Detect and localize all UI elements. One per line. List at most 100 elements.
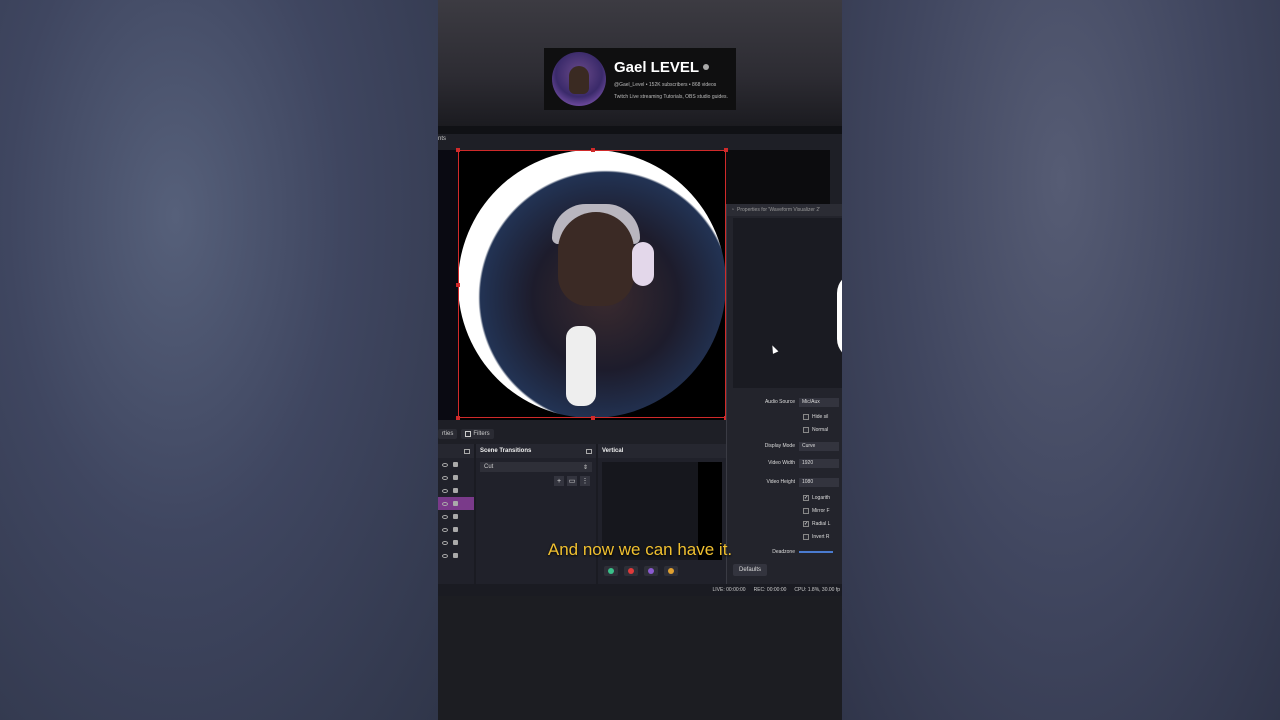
source-row-selected[interactable] [438,497,474,510]
mirror-checkbox[interactable] [803,508,809,514]
filters-button-label: Filters [473,431,490,437]
obs-logo-icon: ◔ [731,207,735,213]
properties-button-label: rties [442,431,454,437]
scene-transitions-header: Scene Transitions [476,444,596,458]
waveform-preview-shape [837,273,842,359]
add-icon[interactable]: + [554,476,564,486]
lock-icon[interactable] [453,501,458,506]
radial-checkbox[interactable]: ✓ [803,521,809,527]
mirror-label: Mirror F [812,508,830,514]
video-height-row: Video Height 1080 [727,476,842,488]
vertical-dock: Vertical [598,444,728,584]
transition-select[interactable]: Cut ⇕ [480,462,592,472]
properties-dialog-header: ◔ Properties for 'Waveform Visualizer 2' [727,204,842,216]
normalize-checkbox[interactable] [803,427,809,433]
channel-name: Gael LEVEL [614,59,728,76]
resize-handle-tr[interactable] [724,148,728,152]
popout-icon[interactable] [586,448,592,454]
properties-button[interactable]: rties [438,429,458,439]
obs-window: nts rties Filters Scene Transitions Cut … [438,126,842,596]
eye-icon[interactable] [442,527,448,532]
more-icon[interactable]: ⋮ [580,476,590,486]
source-row[interactable] [438,458,474,471]
transition-buttons: + ▭ ⋮ [476,476,596,486]
channel-card[interactable]: Gael LEVEL @Gael_Level • 152K subscriber… [544,48,736,110]
eye-icon[interactable] [442,488,448,493]
display-mode-select[interactable]: Curve [799,441,839,451]
stream-icon[interactable] [604,566,618,576]
audio-source-label: Audio Source [764,399,795,405]
source-row[interactable] [438,484,474,497]
vertical-dock-header: Vertical [598,444,728,458]
mirror-row: Mirror F [727,505,842,517]
video-width-input[interactable]: 1920 [799,458,839,468]
logarithmic-row: ✓ Logarith [727,492,842,504]
display-mode-row: Display Mode Curve [727,440,842,452]
logarithmic-label: Logarith [812,495,831,501]
lock-icon[interactable] [453,514,458,519]
scene-transitions-title: Scene Transitions [480,448,532,454]
video-height-input[interactable]: 1080 [799,477,839,487]
display-mode-label: Display Mode [764,443,795,449]
source-row[interactable] [438,471,474,484]
audio-source-select[interactable]: Mic/Aux [799,397,839,407]
cpu-status: CPU: 1.8%, 30.00 fp [794,587,840,593]
popout-icon[interactable] [464,448,470,454]
resize-handle-b[interactable] [591,416,595,420]
channel-name-text: Gael LEVEL [614,58,700,76]
resize-handle-t[interactable] [591,148,595,152]
eye-icon[interactable] [442,501,448,506]
normalize-label: Normal [812,427,829,433]
resize-handle-tl[interactable] [456,148,460,152]
channel-avatar [552,52,606,106]
radial-row: ✓ Radial L [727,518,842,530]
video-width-row: Video Width 1920 [727,457,842,469]
resize-handle-l[interactable] [456,283,460,287]
trash-icon[interactable]: ▭ [567,476,577,486]
rec-status: REC: 00:00:00 [753,587,787,593]
record-icon[interactable] [624,566,638,576]
scene-transitions-dock: Scene Transitions Cut ⇕ + ▭ ⋮ [476,444,596,584]
lock-icon[interactable] [453,488,458,493]
status-bar: LIVE: 00:00:00 REC: 00:00:00 CPU: 1.8%, … [438,584,842,596]
background-blur-left [0,0,438,720]
sources-dock-header [438,444,474,458]
defaults-button[interactable]: Defaults [733,564,767,576]
video-caption: And now we can have it. [547,540,733,559]
source-selection-frame[interactable] [456,148,728,420]
hide-silence-label: Hide sil [812,414,829,420]
eye-icon[interactable] [442,514,448,519]
backtrack-icon[interactable] [644,566,658,576]
hide-silence-checkbox[interactable] [803,414,809,420]
eye-icon[interactable] [442,475,448,480]
properties-dialog: ◔ Properties for 'Waveform Visualizer 2'… [726,204,842,584]
obs-menubar [438,126,842,134]
video-height-label: Video Height [766,479,795,485]
source-row[interactable] [438,523,474,536]
virtual-camera-icon[interactable] [664,566,678,576]
lock-icon[interactable] [453,527,458,532]
source-toolbar: rties Filters [438,426,728,442]
lock-icon[interactable] [453,475,458,480]
properties-dialog-title: Properties for 'Waveform Visualizer 2' [737,207,821,213]
filter-icon [465,431,472,437]
dock-area: Scene Transitions Cut ⇕ + ▭ ⋮ Vertical [438,444,728,584]
logarithmic-checkbox[interactable]: ✓ [803,495,809,501]
video-top-area: Gael LEVEL @Gael_Level • 152K subscriber… [438,0,842,126]
chevron-updown-icon: ⇕ [582,464,588,471]
resize-handle-bl[interactable] [456,416,460,420]
properties-preview [733,218,842,388]
lock-icon[interactable] [453,462,458,467]
preview-right-black [726,150,830,210]
background-blur-right [842,0,1280,720]
eye-icon[interactable] [442,462,448,467]
video-width-label: Video Width [768,460,795,466]
vertical-controls [604,566,678,576]
preview-left-edge [438,150,458,420]
filters-button[interactable]: Filters [461,429,494,439]
audio-source-row: Audio Source Mic/Aux [727,396,842,408]
channel-stats: @Gael_Level • 152K subscribers • 868 vid… [614,81,717,88]
channel-info: Gael LEVEL @Gael_Level • 152K subscriber… [614,59,728,100]
radial-label: Radial L [812,521,831,527]
source-row[interactable] [438,510,474,523]
